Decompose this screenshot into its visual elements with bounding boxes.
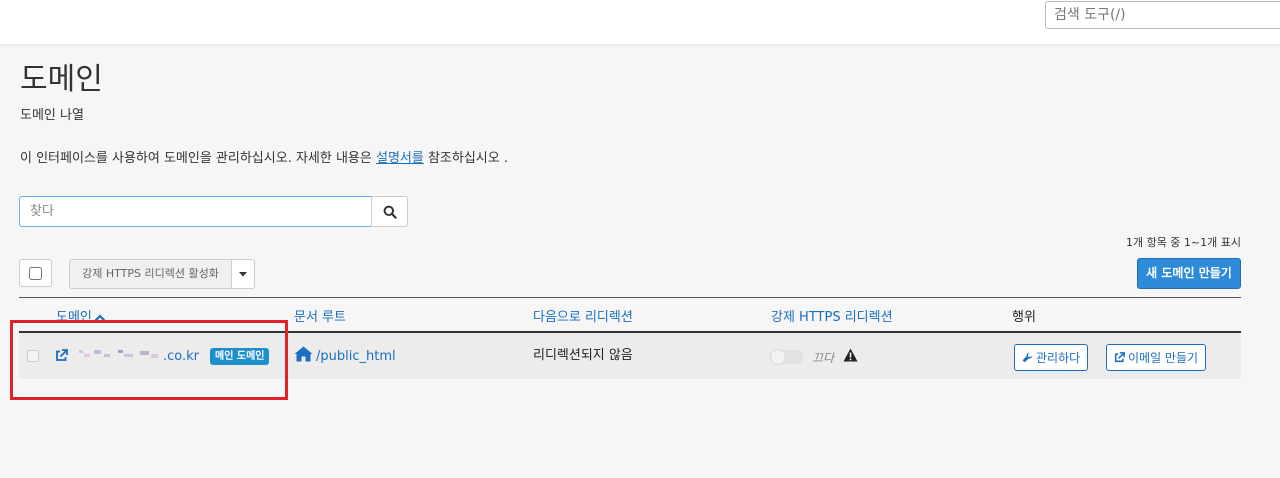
highlight-annotation-box	[10, 320, 288, 400]
select-all-checkbox[interactable]	[29, 266, 42, 280]
search-button[interactable]	[371, 196, 408, 227]
page-subtitle: 도메인 나열	[20, 108, 84, 123]
enable-https-redirect-button[interactable]: 강제 HTTPS 리디렉션 활성화	[69, 259, 232, 289]
page-description: 이 인터페이스를 사용하여 도메인을 관리하십시오. 자세한 내용은 설명서를 …	[20, 147, 508, 166]
home-icon	[294, 346, 313, 362]
https-redirect-dropdown-button[interactable]	[231, 259, 255, 289]
column-header-redirect[interactable]: 다음으로 리디렉션	[533, 306, 633, 325]
top-bar	[0, 0, 1280, 45]
select-all-wrapper	[19, 259, 52, 287]
wrench-icon	[1022, 352, 1033, 363]
manage-button[interactable]: 관리하다	[1014, 344, 1089, 371]
search-icon	[383, 205, 397, 219]
table-top-border	[19, 297, 1241, 298]
description-text-start: 이 인터페이스를 사용하여 도메인을 관리하십시오. 자세한 내용은	[20, 151, 376, 166]
external-link-icon	[1114, 352, 1125, 363]
column-header-actions: 행위	[1012, 310, 1036, 325]
column-header-https-redirect[interactable]: 강제 HTTPS 리디렉션	[771, 306, 893, 325]
document-root-link[interactable]: /public_html	[316, 349, 396, 364]
create-new-domain-button[interactable]: 새 도메인 만들기	[1137, 258, 1241, 289]
create-email-button[interactable]: 이메일 만들기	[1106, 344, 1207, 371]
create-email-button-label: 이메일 만들기	[1128, 351, 1199, 365]
column-header-docroot[interactable]: 문서 루트	[294, 306, 346, 325]
caret-down-icon	[239, 271, 247, 276]
documentation-link[interactable]: 설명서를	[376, 151, 424, 166]
https-redirect-state: 끄다	[812, 351, 835, 365]
pagination-count: 1개 항목 중 1~1개 표시	[1125, 236, 1241, 249]
warning-icon	[843, 348, 858, 362]
page-title: 도메인	[20, 62, 103, 97]
manage-button-label: 관리하다	[1036, 351, 1081, 365]
description-text-end: 참조하십시오 .	[423, 151, 508, 166]
tool-search-input[interactable]	[1045, 1, 1280, 29]
domain-search-input[interactable]	[19, 196, 372, 227]
redirect-status: 리디렉션되지 않음	[533, 348, 633, 363]
toggle-knob	[770, 349, 786, 365]
